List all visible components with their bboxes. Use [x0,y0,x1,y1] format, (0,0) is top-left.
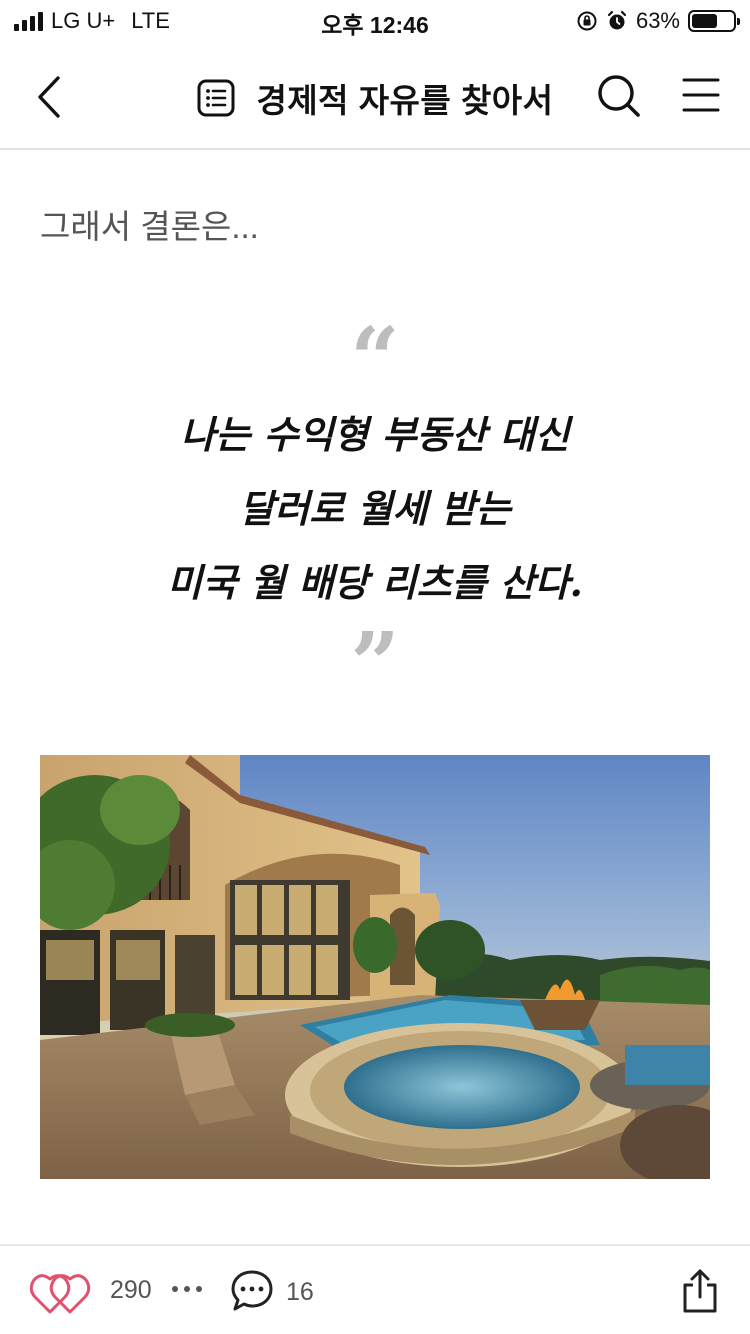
quote-close-mark: ” [350,614,400,715]
battery-percent: 63% [635,8,680,33]
list-icon [197,79,235,117]
quote-line: 달러로 월세 받는 [239,486,511,531]
hamburger-menu-icon[interactable] [682,75,720,115]
nav-bar: 경제적 자유를 찾아서 [0,42,750,150]
battery-icon [688,10,740,32]
quote-line: 미국 월 배당 리츠를 산다. [167,560,583,605]
like-count: 290 [110,1276,152,1304]
quote-block: 나는 수익형 부동산 대신 달러로 월세 받는 미국 월 배당 리츠를 산다. [0,398,750,620]
more-dots-icon[interactable] [172,1286,202,1292]
rotation-lock-icon [577,11,597,31]
status-bar: LG U+ LTE 오후 12:46 63% [0,0,750,42]
quote-line: 나는 수익형 부동산 대신 [180,412,570,457]
article-photo[interactable] [40,755,710,1179]
heart-icon[interactable] [30,1270,96,1316]
comment-bubble-icon[interactable] [230,1268,274,1314]
bottom-bar: 290 16 [0,1244,750,1334]
alarm-icon [607,10,627,30]
share-icon[interactable] [680,1268,720,1314]
page-title: 경제적 자유를 찾아서 [256,82,554,119]
status-right: 63% [576,6,740,36]
search-icon[interactable] [596,72,642,120]
quote-open-mark: “ [350,309,400,410]
villa-pool-image [40,755,710,1179]
comment-count: 16 [286,1278,314,1306]
intro-text: 그래서 결론은... [40,208,259,245]
